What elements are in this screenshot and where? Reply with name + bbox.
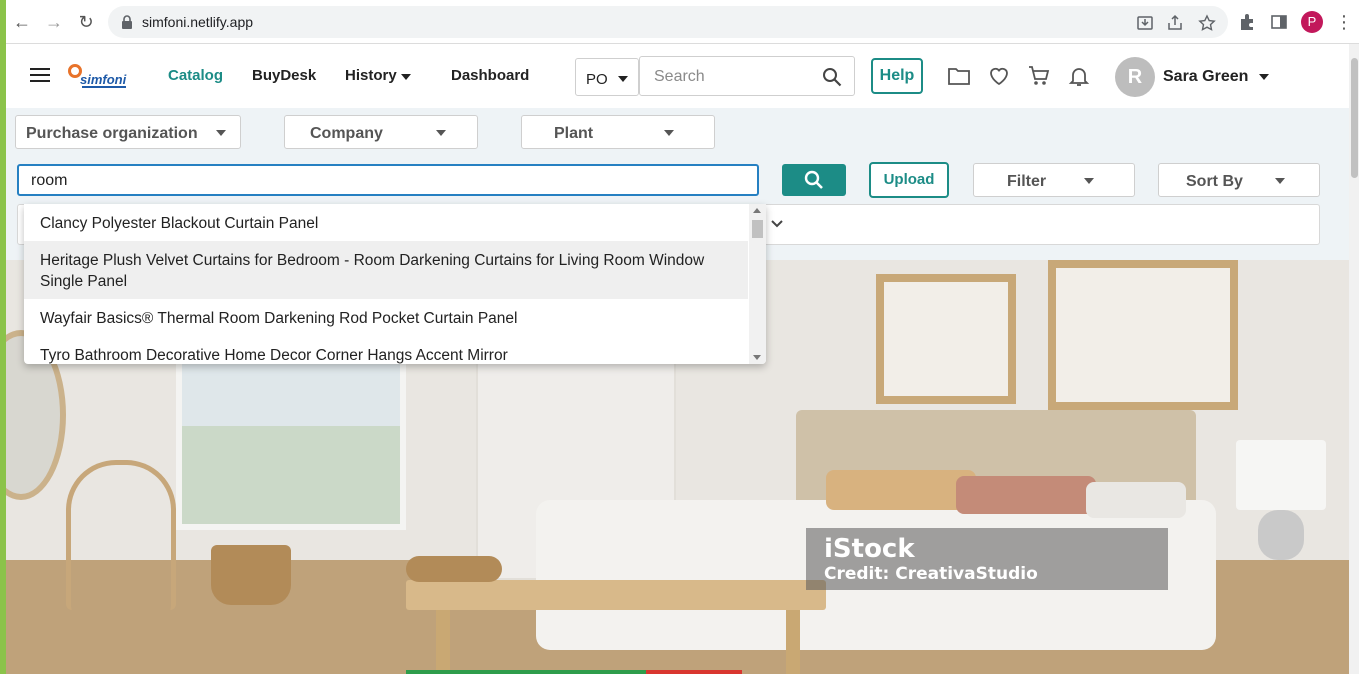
lock-icon: [122, 15, 132, 29]
user-avatar[interactable]: R: [1115, 57, 1155, 97]
chevron-down-icon: [216, 130, 226, 136]
header-search-input[interactable]: Search: [639, 56, 855, 96]
kebab-menu-icon[interactable]: ⋮: [1332, 10, 1356, 34]
top-navbar: simfoni Catalog BuyDesk History Dashboar…: [6, 44, 1349, 108]
chevron-down-icon: [1275, 178, 1285, 184]
carousel-indicator-active[interactable]: [406, 670, 646, 674]
browser-toolbar: ← → ↻ simfoni.netlify.app P ⋮: [0, 0, 1359, 44]
company-select[interactable]: Company: [284, 115, 478, 149]
extensions-icon[interactable]: [1238, 13, 1256, 31]
search-submit-button[interactable]: [782, 164, 846, 196]
suggestions-scrollbar[interactable]: [749, 204, 766, 364]
help-button[interactable]: Help: [871, 58, 923, 94]
filter-dropdown[interactable]: Filter: [973, 163, 1135, 197]
scroll-up-arrow-icon[interactable]: [753, 208, 761, 213]
back-icon[interactable]: ←: [10, 10, 34, 34]
url-text: simfoni.netlify.app: [142, 14, 254, 30]
profile-avatar[interactable]: P: [1301, 11, 1323, 33]
bench: [406, 580, 826, 610]
history-caret-icon[interactable]: [401, 74, 411, 80]
nav-history[interactable]: History: [345, 67, 397, 84]
address-bar[interactable]: simfoni.netlify.app: [108, 6, 1228, 38]
forward-icon[interactable]: →: [42, 10, 66, 34]
chevron-down-icon: [436, 130, 446, 136]
left-accent-strip: [0, 0, 6, 674]
basket: [211, 545, 291, 605]
purchase-organization-select[interactable]: Purchase organization: [15, 115, 241, 149]
suggestion-item[interactable]: Heritage Plush Velvet Curtains for Bedro…: [24, 241, 748, 299]
user-menu-caret-icon[interactable]: [1259, 74, 1269, 80]
wall-frame: [1048, 260, 1238, 410]
suggestion-item[interactable]: Wayfair Basics® Thermal Room Darkening R…: [24, 299, 748, 336]
nav-dashboard[interactable]: Dashboard: [451, 67, 529, 84]
upload-button[interactable]: Upload: [869, 162, 949, 198]
lamp: [1236, 440, 1326, 510]
share-icon[interactable]: [1166, 14, 1184, 32]
chevron-down-icon: [664, 130, 674, 136]
page-scrollbar[interactable]: [1349, 44, 1359, 674]
hamburger-menu-icon[interactable]: [30, 68, 50, 82]
search-icon[interactable]: [822, 67, 842, 87]
suggestion-item[interactable]: Clancy Polyester Blackout Curtain Panel: [24, 204, 748, 241]
scrollbar-thumb[interactable]: [1351, 58, 1358, 178]
carousel-indicator[interactable]: [646, 670, 742, 674]
chevron-down-icon[interactable]: [770, 217, 784, 231]
wall-frame: [876, 274, 1016, 404]
user-name[interactable]: Sara Green: [1163, 68, 1248, 86]
simfoni-logo[interactable]: simfoni: [68, 60, 138, 90]
chevron-down-icon: [1084, 178, 1094, 184]
suggestion-item[interactable]: Tyro Bathroom Decorative Home Decor Corn…: [24, 336, 748, 364]
reload-icon[interactable]: ↻: [74, 10, 98, 34]
search-suggestions-dropdown: Clancy Polyester Blackout Curtain Panel …: [24, 204, 766, 364]
plant-select[interactable]: Plant: [521, 115, 715, 149]
chair: [66, 460, 176, 610]
nav-catalog[interactable]: Catalog: [168, 67, 223, 84]
po-select[interactable]: PO: [575, 58, 639, 96]
catalog-search-input[interactable]: room: [17, 164, 759, 196]
search-icon: [804, 170, 823, 189]
cart-icon[interactable]: [1027, 64, 1051, 88]
po-caret-icon: [618, 76, 628, 82]
scrollbar-thumb[interactable]: [752, 220, 763, 238]
istock-watermark: iStock Credit: CreativaStudio: [806, 528, 1168, 590]
side-panel-icon[interactable]: [1270, 13, 1288, 31]
scroll-down-arrow-icon[interactable]: [753, 355, 761, 360]
folder-icon[interactable]: [947, 64, 971, 88]
bookmark-star-icon[interactable]: [1198, 14, 1216, 32]
bell-icon[interactable]: [1067, 64, 1091, 88]
nav-buydesk[interactable]: BuyDesk: [252, 67, 316, 84]
heart-icon[interactable]: [987, 64, 1011, 88]
install-icon[interactable]: [1136, 14, 1154, 32]
sort-by-dropdown[interactable]: Sort By: [1158, 163, 1320, 197]
